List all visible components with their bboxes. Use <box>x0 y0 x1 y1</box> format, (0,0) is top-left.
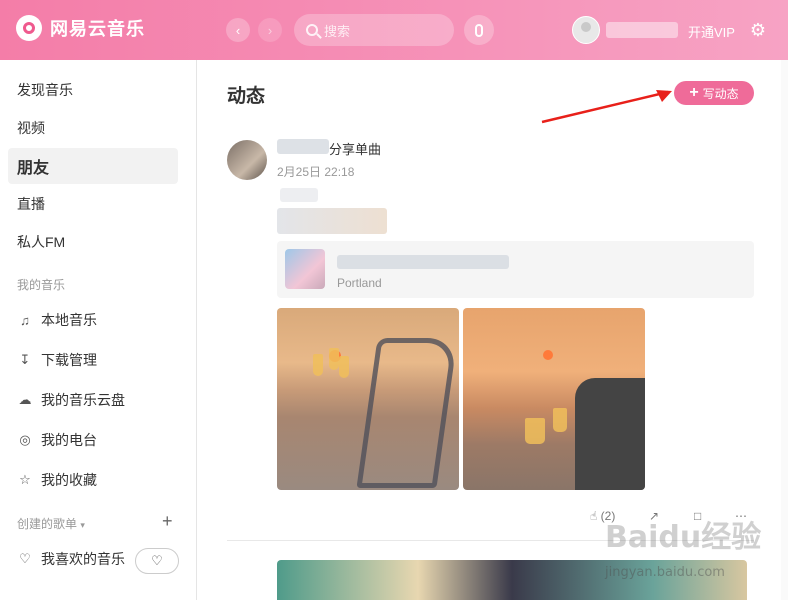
gear-icon[interactable]: ⚙ <box>748 20 768 40</box>
song-title-blurred <box>337 255 509 269</box>
forward-button[interactable]: › <box>258 18 282 42</box>
sidebar-item-liked-music[interactable]: ♡ 我喜欢的音乐 <box>8 541 128 577</box>
created-playlists-label: 创建的歌单 <box>17 517 78 531</box>
sidebar-item-label: 我的音乐云盘 <box>41 392 125 408</box>
sidebar-item-label: 发现音乐 <box>17 82 73 98</box>
song-cover <box>285 249 325 289</box>
heartbeat-mode-button[interactable]: ♡ <box>135 548 179 574</box>
chair-graphic <box>356 338 458 488</box>
sidebar-item-label: 我的电台 <box>41 432 97 448</box>
sidebar-item-label: 直播 <box>17 196 45 212</box>
sidebar-item-label: 我的收藏 <box>41 472 97 488</box>
heartbeat-icon: ♡ <box>151 553 163 568</box>
sidebar-item-cloud-disk[interactable]: ☁ 我的音乐云盘 <box>8 382 178 418</box>
vip-link[interactable]: 开通VIP <box>688 22 735 41</box>
glass-graphic <box>313 354 323 376</box>
chevron-right-icon: › <box>267 22 273 38</box>
sidebar-item-label: 我喜欢的音乐 <box>41 551 125 567</box>
post-photo[interactable] <box>277 308 459 490</box>
sidebar-item-local-music[interactable]: ♫ 本地音乐 <box>8 302 178 338</box>
plus-icon: + <box>162 511 173 531</box>
post-action-text: 分享单曲 <box>329 142 382 157</box>
search-icon <box>306 24 318 36</box>
sidebar-item-discover[interactable]: 发现音乐 <box>8 72 178 108</box>
sidebar-item-collection[interactable]: ☆ 我的收藏 <box>8 462 178 498</box>
post-text-blurred <box>277 208 387 234</box>
collection-icon: ☆ <box>19 472 31 487</box>
sidebar-item-label: 下载管理 <box>41 352 97 368</box>
write-post-button[interactable]: + 写动态 <box>674 81 754 105</box>
post-author-name-blurred[interactable] <box>277 139 329 154</box>
search-input[interactable]: 搜索 <box>294 14 454 46</box>
post-author-avatar[interactable] <box>227 140 267 180</box>
created-playlists-title[interactable]: 创建的歌单 ▾ <box>17 515 85 532</box>
my-music-section-title: 我的音乐 <box>17 278 66 292</box>
sun-graphic <box>543 350 553 360</box>
watermark-logo: Baidu经验 <box>605 520 762 555</box>
app-name: 网易云音乐 <box>50 19 145 39</box>
back-button[interactable]: ‹ <box>226 18 250 42</box>
radio-icon: ◎ <box>19 432 31 447</box>
netease-logo-icon <box>16 15 42 41</box>
glass-graphic <box>329 348 339 370</box>
sidebar-item-downloads[interactable]: ↧ 下载管理 <box>8 342 178 378</box>
add-playlist-button[interactable]: + <box>162 511 173 532</box>
sleeve-graphic <box>575 378 645 490</box>
post-time: 2月25日 22:18 <box>277 165 355 179</box>
sidebar-item-friends[interactable]: 朋友 <box>8 148 178 184</box>
sidebar-item-personal-fm[interactable]: 私人FM <box>8 224 178 260</box>
sidebar-item-label: 朋友 <box>17 160 50 177</box>
post-text-blurred <box>280 188 318 202</box>
glass-graphic <box>525 418 545 444</box>
sidebar-item-label: 本地音乐 <box>41 312 97 328</box>
scrollbar[interactable] <box>781 60 788 600</box>
shared-song-card[interactable]: Portland <box>277 241 754 298</box>
username-blurred[interactable] <box>606 22 678 38</box>
cloud-icon: ☁ <box>18 392 32 407</box>
plus-icon: + <box>689 84 699 101</box>
sidebar-item-video[interactable]: 视频 <box>8 110 178 146</box>
caret-down-icon: ▾ <box>80 520 85 530</box>
voice-search-button[interactable] <box>464 15 494 45</box>
app-logo[interactable]: 网易云音乐 <box>16 15 145 41</box>
thumbs-up-icon: ☝ <box>590 509 598 523</box>
sidebar-item-live[interactable]: 直播 <box>8 186 178 222</box>
page-title: 动态 <box>227 86 266 107</box>
song-artist: Portland <box>337 276 382 290</box>
chevron-left-icon: ‹ <box>235 22 241 38</box>
watermark-url: jingyan.baidu.com <box>605 565 725 580</box>
sidebar-item-label: 私人FM <box>17 234 66 250</box>
top-bar: 网易云音乐 ‹ › 搜索 开通VIP ⚙ <box>0 0 788 60</box>
sidebar: 发现音乐 视频 朋友 直播 私人FM 我的音乐 ♫ 本地音乐 ↧ 下载管理 ☁ 我的音… <box>0 60 197 600</box>
write-post-label: 写动态 <box>702 86 739 101</box>
post-photo[interactable] <box>463 308 645 490</box>
annotation-arrow <box>541 90 672 124</box>
search-placeholder: 搜索 <box>324 23 351 39</box>
heart-icon: ♡ <box>19 551 31 566</box>
user-avatar[interactable] <box>572 16 600 44</box>
glass-graphic <box>339 356 349 378</box>
glass-graphic <box>553 408 567 432</box>
sidebar-item-radio[interactable]: ◎ 我的电台 <box>8 422 178 458</box>
sidebar-item-label: 视频 <box>17 120 45 136</box>
download-icon: ↧ <box>19 352 31 367</box>
music-note-icon: ♫ <box>20 312 30 328</box>
microphone-icon <box>475 23 483 37</box>
